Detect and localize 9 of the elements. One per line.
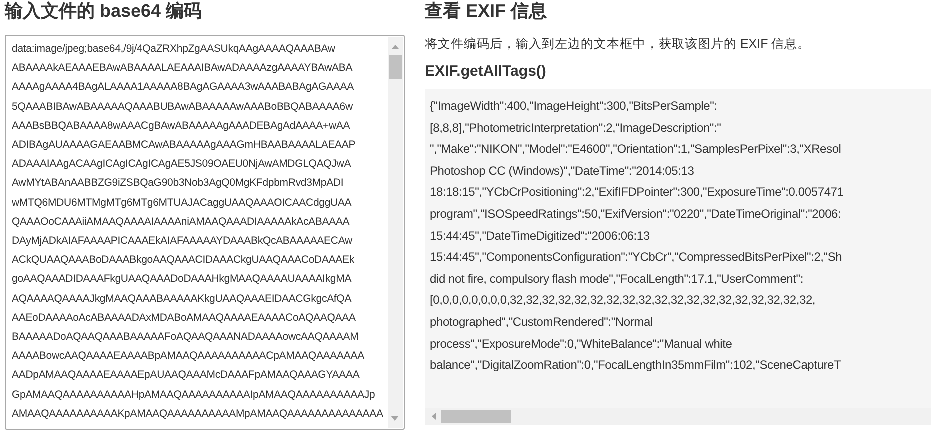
vertical-scrollbar[interactable] (388, 37, 403, 428)
section-heading: 查看 EXIF 信息 (425, 0, 548, 22)
exif-json-text: {"ImageWidth":400,"ImageHeight":300,"BitsPerSample": [8,8,8],"PhotometricInterpretation":2,"ImageDescription":" ","Make":"NIKON","Model":"E4600","Orientation":1,"SamplesPerPixel":3,"XResol Photoshop CC (Windows)","DateTime":"2014:05:13 18:18:15","YCbCrPositioning":2,"ExifIFDPointer":300,"ExposureTime":0.0057471 program","ISOSpeedRatings":50,"ExifVersion":"0220","DateTimeOriginal":"2006: 15:44:45","DateTimeDigitized":"2006:06:13 15:44:45","ComponentsConfiguration":"YCbCr","CompressedBitsPerPixel":2,"Sh did not fire, compulsory flash mode","FocalLength":17.1,"UserComment": [0,0,0,0,0,0,0,0,32,32,32,32,32,32,32,32,32,32,32,32,32,32,32,32,32,32,32, photographed","CustomRendered":"Normal process","ExposureMode":0,"WhiteBalance":"Manual white balance","DigitalZoomRation":0,"FocalLengthIn35mmFilm":102,"SceneCaptureT (429, 98, 844, 374)
method-heading: EXIF.getAllTags() (425, 63, 548, 81)
base64-text: data:image/jpeg;base64,/9j/4QaZRXhpZgAASUkqAAgAAAAQAAABAw ABAAAAkAEAAAEBAwABAAAALAEAAAIBAwADAAAAzgAAAAYBAwABA AAAAgAAAA4BAgALAAAA1AAAAA8BAgAGAAAA3wAAABABAgAGAAAA 5QAAABIBAwABAAAAAQAAABUBAwABAAAAAwAAABoBBQABAAAA6w AAABsBBQABAAAA8wAAACgBAwABAAAAAgAAADEBAgAdAAAA+wAA ADIBAgAUAAAAGAEAABMCAwABAAAAAgAAAGmHBAABAAAALAEAAP ADAAAIAAgACAAgICAgICAgICAgAE5JS09OAEU0NjAwAMDGLQAQJwA AwMYtABAnAABBZG9iZSBQaG90b3Nob3AgQ0MgKFdpbmRvd3MpADI wMTQ6MDU6MTMgMTg6MTg6MTUAJACaggUAAQAAAOICAACdggUAA QAAAOoCAAAiiAMAAQAAAAIAAAAniAMAAQAAADIAAAAAkAcABAAAA DAyMjADkAIAFAAAAPICAAAEkAIAFAAAAAYDAAABkQcABAAAAAECAw ACkQUAAQAAABoDAAABkgoAAQAAACIDAAACkgUAAQAAACoDAAAEk goAAQAAADIDAAAFkgUAAQAAADoDAAAHkgMAAQAAAAUAAAAIkgMA AQAAAAQAAAAJkgMAAQAAABAAAAAKkgUAAQAAAEIDAACGkgcAfQA AAEoDAAAAoAcABAAAADAxMDABoAMAAQAAAAEAAAACoAQAAQAAA BAAAAADoAQAAQAAABAAAAAFoAQAAQAAANADAAAAowcAAQAAAAM AAAABowcAAQAAAAEAAAABpAMAAQAAAAAAAAAACpAMAAQAAAAAAA AADpAMAAQAAAAEAAAAEpAUAAQAAAMcDAAAFpAMAAQAAAGYAAAA GpAMAAQAAAAAAAAAAHpAMAAQAAAAAAAAAAIpAMAAQAAAAAAAAAAJp AMAAQAAAAAAAAAAKpAMAAQAAAAAAAAAAMpAMAAQAAAAAAAAAAAAAA (12, 42, 384, 422)
scroll-down-icon[interactable] (390, 415, 400, 423)
description-text: 将文件编码后，输入到左边的文本框中，获取该图片的 EXIF 信息。 (425, 36, 812, 53)
section-heading: 输入文件的 base64 编码 (5, 0, 204, 22)
horizontal-scrollbar[interactable] (425, 408, 931, 425)
